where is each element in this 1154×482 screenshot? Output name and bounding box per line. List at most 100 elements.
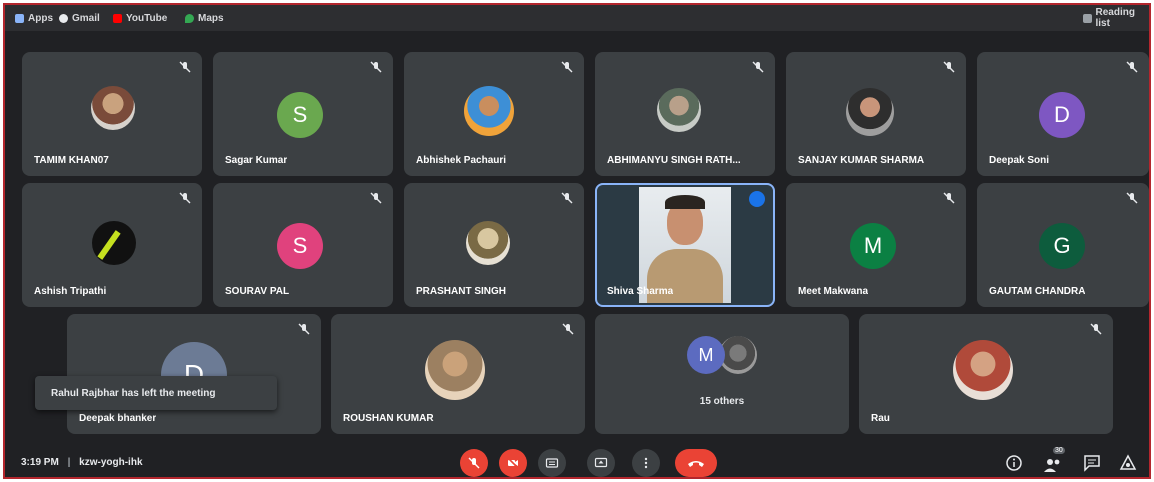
participant-tile[interactable]: TAMIM KHAN07 xyxy=(22,52,202,176)
present-screen-button[interactable] xyxy=(587,449,615,477)
participant-tile[interactable]: S SOURAV PAL xyxy=(213,183,393,307)
participant-tile[interactable]: Rau xyxy=(859,314,1113,434)
participant-tile[interactable]: G GAUTAM CHANDRA xyxy=(977,183,1149,307)
participants-count-badge: 30 xyxy=(1053,447,1065,454)
participant-tile[interactable]: SANJAY KUMAR SHARMA xyxy=(786,52,966,176)
mic-off-icon xyxy=(562,323,574,335)
captions-icon xyxy=(545,458,559,468)
participant-photo xyxy=(846,88,894,136)
mic-off-icon xyxy=(561,192,573,204)
participant-name: Sagar Kumar xyxy=(225,155,288,166)
maps-pin-icon xyxy=(185,13,194,23)
people-button[interactable]: 30 xyxy=(1043,447,1067,475)
participant-tile[interactable]: D Deepak bhanker xyxy=(67,314,321,434)
participant-name: ABHIMANYU SINGH RATH... xyxy=(607,155,741,166)
mic-off-icon xyxy=(561,61,573,73)
bookmark-label: Apps xyxy=(28,12,53,24)
mic-off-icon xyxy=(943,61,955,73)
mic-off-icon xyxy=(1126,61,1138,73)
bookmark-gmail[interactable]: Gmail xyxy=(59,10,100,26)
toast-text: Rahul Rajbhar has left the meeting xyxy=(51,387,216,399)
hang-up-icon xyxy=(688,461,704,467)
captions-button[interactable] xyxy=(538,449,566,477)
mic-off-icon xyxy=(943,192,955,204)
more-vertical-icon xyxy=(644,457,648,469)
bookmark-label: YouTube xyxy=(126,12,168,24)
mic-off-icon xyxy=(370,61,382,73)
participant-name: PRASHANT SINGH xyxy=(416,286,507,297)
gmail-icon xyxy=(59,13,68,23)
meeting-time: 3:19 PM xyxy=(21,457,59,468)
participant-name: Ashish Tripathi xyxy=(34,286,107,297)
reading-list-button[interactable]: Reading list xyxy=(1083,7,1149,29)
participant-name: Abhishek Pachauri xyxy=(416,155,507,166)
mic-off-icon xyxy=(468,457,480,469)
participant-avatar: D xyxy=(1039,92,1085,138)
participant-photo xyxy=(425,340,485,400)
others-tile[interactable]: M 15 others xyxy=(595,314,849,434)
participant-tile[interactable]: Ashish Tripathi xyxy=(22,183,202,307)
reading-list-label: Reading list xyxy=(1095,7,1135,29)
camera-off-icon xyxy=(507,457,519,469)
participant-tile[interactable]: M Meet Makwana xyxy=(786,183,966,307)
present-screen-icon xyxy=(594,457,608,468)
participant-avatar: G xyxy=(1039,223,1085,269)
speaking-indicator-icon xyxy=(749,191,765,207)
bookmark-label: Gmail xyxy=(72,12,100,24)
camera-toggle-button[interactable] xyxy=(499,449,527,477)
participant-name: Meet Makwana xyxy=(798,286,869,297)
bottom-bar: 3:19 PM | kzw-yogh-ihk 30 xyxy=(5,441,1149,477)
leave-call-button[interactable] xyxy=(675,449,717,477)
mic-toggle-button[interactable] xyxy=(460,449,488,477)
participant-tile[interactable]: S Sagar Kumar xyxy=(213,52,393,176)
participant-photo xyxy=(953,340,1013,400)
participant-tile[interactable]: PRASHANT SINGH xyxy=(404,183,584,307)
others-count: 15 others xyxy=(699,396,745,407)
participant-avatar: M xyxy=(850,223,896,269)
participant-name: TAMIM KHAN07 xyxy=(34,155,109,166)
more-options-button[interactable] xyxy=(632,449,660,477)
participant-name: SANJAY KUMAR SHARMA xyxy=(798,155,925,166)
mic-off-icon xyxy=(179,61,191,73)
participant-name: Rau xyxy=(871,413,890,424)
participant-name: Shiva Sharma xyxy=(607,286,674,297)
participant-avatar: S xyxy=(277,92,323,138)
participant-avatar: S xyxy=(277,223,323,269)
left-meeting-toast: Rahul Rajbhar has left the meeting xyxy=(35,376,277,410)
mic-off-icon xyxy=(1126,192,1138,204)
participant-photo xyxy=(92,221,136,265)
participant-photo xyxy=(657,88,701,132)
people-icon xyxy=(1044,459,1060,472)
meeting-details-icon[interactable] xyxy=(1005,454,1023,472)
apps-grid-icon xyxy=(15,13,24,23)
participant-tile-speaking[interactable]: Shiva Sharma xyxy=(595,183,775,307)
meeting-info: 3:19 PM | kzw-yogh-ihk xyxy=(21,457,143,468)
participant-name: ROUSHAN KUMAR xyxy=(343,413,434,424)
participant-name: Deepak Soni xyxy=(989,155,1050,166)
participant-name: SOURAV PAL xyxy=(225,286,290,297)
activities-icon[interactable] xyxy=(1119,454,1137,472)
participant-tile[interactable]: ROUSHAN KUMAR xyxy=(331,314,585,434)
youtube-icon xyxy=(113,13,122,23)
chat-icon[interactable] xyxy=(1083,454,1101,472)
bookmarks-bar: Apps Gmail YouTube Maps Reading list xyxy=(5,5,1149,31)
meet-window: Apps Gmail YouTube Maps Reading list TAM… xyxy=(3,3,1151,479)
bookmark-maps[interactable]: Maps xyxy=(185,10,224,26)
mic-off-icon xyxy=(370,192,382,204)
bookmark-apps[interactable]: Apps xyxy=(15,10,53,26)
participant-tile[interactable]: D Deepak Soni xyxy=(977,52,1149,176)
mic-off-icon xyxy=(752,61,764,73)
participant-photo xyxy=(91,86,135,130)
participant-avatar: M xyxy=(687,336,725,374)
reading-list-icon xyxy=(1083,13,1092,23)
meeting-code: kzw-yogh-ihk xyxy=(79,457,143,468)
participant-photo xyxy=(466,221,510,265)
bookmark-youtube[interactable]: YouTube xyxy=(113,10,167,26)
participant-tile[interactable]: Abhishek Pachauri xyxy=(404,52,584,176)
participant-name: Deepak bhanker xyxy=(79,413,157,424)
participant-photo xyxy=(464,86,514,136)
mic-off-icon xyxy=(298,323,310,335)
participant-name: GAUTAM CHANDRA xyxy=(989,286,1086,297)
participant-tile[interactable]: ABHIMANYU SINGH RATH... xyxy=(595,52,775,176)
meeting-info-separator: | xyxy=(67,457,71,468)
